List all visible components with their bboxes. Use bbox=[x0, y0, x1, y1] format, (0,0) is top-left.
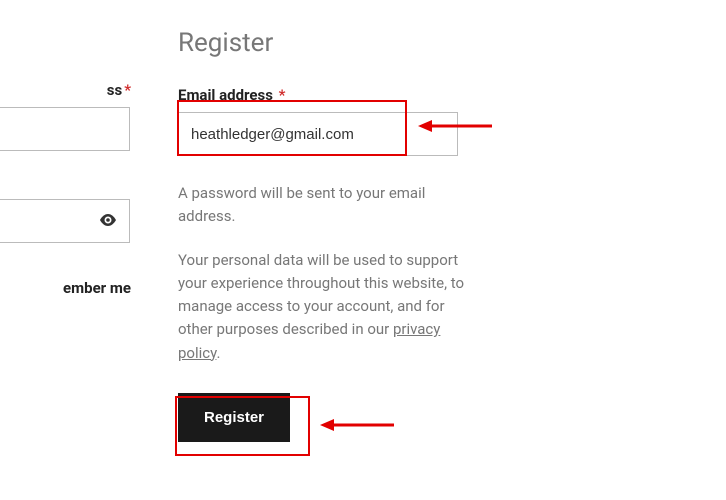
required-asterisk: * bbox=[275, 86, 286, 104]
login-field1-input[interactable] bbox=[0, 107, 130, 151]
privacy-period: . bbox=[216, 344, 220, 362]
eye-icon[interactable] bbox=[99, 212, 117, 230]
login-field1-label: ss* bbox=[0, 81, 135, 99]
register-heading: Register bbox=[178, 28, 478, 58]
privacy-notice: Your personal data will be used to suppo… bbox=[178, 249, 478, 365]
email-label-text: Email address bbox=[178, 86, 273, 104]
label-text: ss bbox=[107, 81, 122, 99]
required-asterisk: * bbox=[124, 81, 131, 99]
register-button[interactable]: Register bbox=[178, 393, 290, 442]
email-label: Email address * bbox=[178, 86, 478, 104]
remember-text: ember me bbox=[63, 279, 131, 297]
password-notice: A password will be sent to your email ad… bbox=[178, 182, 478, 229]
remember-me-label[interactable]: ember me bbox=[0, 279, 135, 297]
email-input[interactable] bbox=[178, 112, 458, 156]
